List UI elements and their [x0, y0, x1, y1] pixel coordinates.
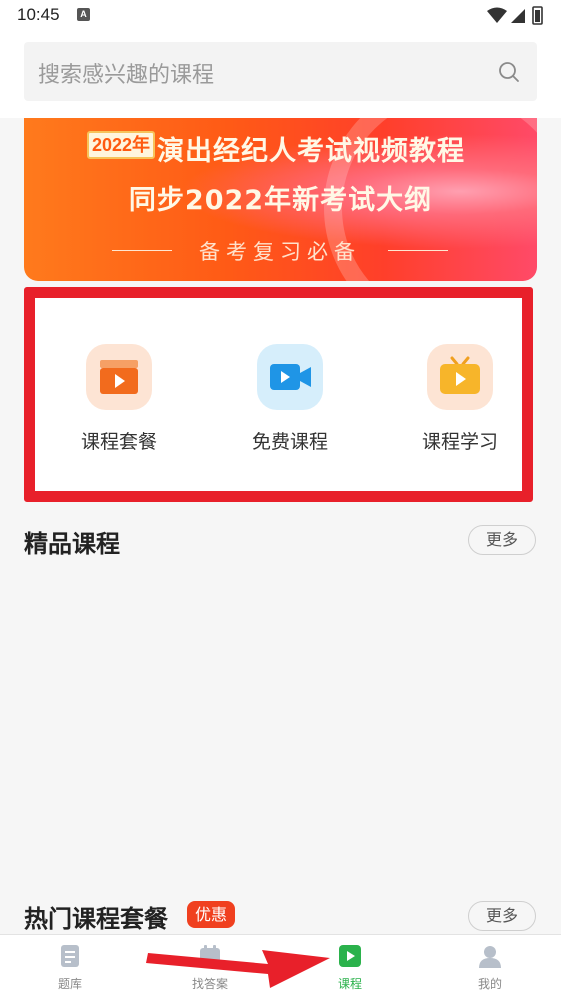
tab-label: 找答案	[191, 977, 228, 991]
tab-label: 题库	[57, 977, 82, 991]
banner-subtitle: 备考复习必备	[199, 240, 361, 264]
entry-label: 免费课程	[251, 431, 328, 453]
banner-divider-right	[388, 250, 448, 251]
tab-course[interactable]: 课程	[280, 935, 420, 997]
search-input[interactable]: 搜索感兴趣的课程	[24, 42, 537, 101]
status-time: 10:45	[17, 5, 60, 24]
search-icon[interactable]	[497, 60, 521, 84]
course-entry-card: 课程套餐 免费课程 课程学习	[24, 287, 533, 502]
course-package-icon	[86, 344, 152, 410]
course-play-icon	[339, 945, 361, 967]
banner-subtitle-row: 备考复习必备	[112, 236, 448, 264]
banner-year-badge: 2022年	[87, 131, 155, 159]
tab-find-answer[interactable]: 找答案	[140, 935, 280, 997]
hot-section-title: 热门课程套餐	[24, 905, 168, 933]
entry-free-course[interactable]: 免费课程	[220, 344, 360, 464]
tab-label: 课程	[337, 977, 362, 991]
featured-more-button[interactable]: 更多	[468, 525, 536, 555]
banner-title-2: 同步2022年新考试大纲	[128, 185, 433, 216]
status-icons	[487, 6, 543, 25]
featured-section-title: 精品课程	[24, 530, 120, 558]
course-study-tv-icon	[427, 344, 493, 410]
tab-question-bank[interactable]: 题库	[0, 935, 140, 997]
tab-profile[interactable]: 我的	[420, 935, 560, 997]
hot-more-button[interactable]: 更多	[468, 901, 536, 931]
entry-label: 课程套餐	[80, 431, 157, 453]
find-answer-icon	[200, 945, 220, 967]
entry-course-study[interactable]: 课程学习	[390, 344, 530, 464]
tab-label: 我的	[477, 977, 502, 991]
search-placeholder: 搜索感兴趣的课程	[38, 63, 215, 88]
status-bar: 10:45 A	[0, 0, 561, 32]
entry-course-package[interactable]: 课程套餐	[49, 344, 189, 464]
question-bank-icon	[61, 945, 79, 967]
free-course-video-icon	[257, 344, 323, 410]
profile-icon	[479, 946, 501, 968]
promo-badge: 优惠	[187, 901, 235, 928]
entry-label: 课程学习	[421, 431, 498, 453]
bottom-tab-bar: 题库 找答案 课程 我的	[0, 934, 561, 997]
promo-banner[interactable]: 2022年 演出经纪人考试视频教程 同步2022年新考试大纲 备考复习必备	[24, 118, 537, 281]
notification-icon: A	[77, 8, 90, 21]
banner-title: 演出经纪人考试视频教程	[157, 136, 465, 167]
